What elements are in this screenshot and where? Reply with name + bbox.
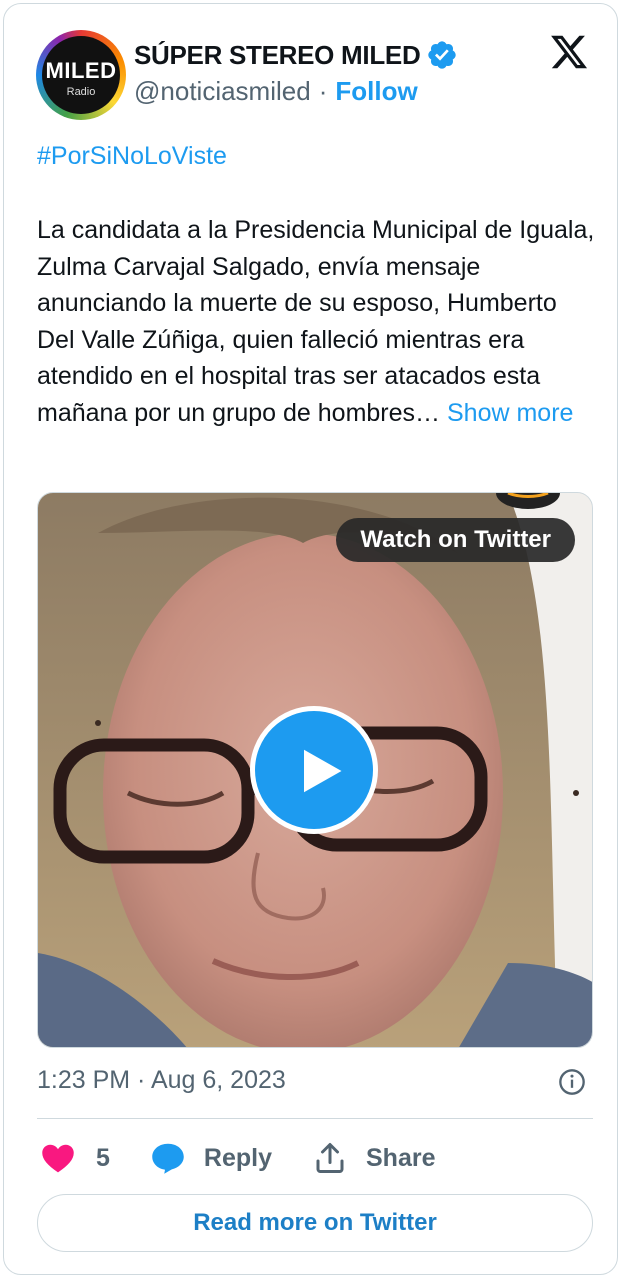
action-bar: 5 Reply Share [40,1136,435,1180]
account-name-row[interactable]: SÚPER STEREO MILED [134,38,458,72]
verified-badge-icon [428,41,457,69]
video-player[interactable]: Watch on Twitter [37,492,593,1048]
read-more-button[interactable]: Read more on Twitter [37,1194,593,1252]
info-icon[interactable] [558,1068,586,1096]
share-button[interactable]: Share [312,1140,435,1176]
reply-button[interactable]: Reply [150,1140,272,1176]
tweet-body: La candidata a la Presidencia Municipal … [37,212,597,431]
heart-icon [42,1144,74,1173]
avatar-sub-text: Radio [66,86,96,98]
tweet-card: MILED Radio SÚPER STEREO MILED @noticias… [3,3,618,1275]
follow-button[interactable]: Follow [335,76,417,107]
x-logo-icon[interactable] [548,32,590,72]
tweet-timestamp[interactable]: 1:23 PM · Aug 6, 2023 [37,1066,286,1095]
separator-dot: · [318,76,328,106]
account-handle[interactable]: @noticiasmiled [134,76,311,107]
show-more-link[interactable]: Show more [447,399,573,427]
watch-on-twitter-button[interactable]: Watch on Twitter [336,518,575,562]
account-handle-row: @noticiasmiled · Follow [134,76,418,107]
account-display-name[interactable]: SÚPER STEREO MILED [134,40,421,71]
divider [37,1118,593,1119]
avatar-logo: MILED Radio [42,36,120,114]
like-button[interactable]: 5 [40,1140,110,1176]
share-label: Share [366,1143,436,1172]
avatar-logo-text: MILED [45,58,117,83]
account-avatar[interactable]: MILED Radio [36,30,126,120]
share-upload-icon [316,1143,344,1173]
reply-label: Reply [203,1143,272,1172]
tweet-body-text: La candidata a la Presidencia Municipal … [37,216,595,427]
like-count: 5 [96,1143,110,1172]
hashtag-link[interactable]: #PorSiNoLoViste [37,142,227,171]
play-button[interactable] [250,706,378,834]
speech-bubble-icon [152,1143,184,1174]
play-icon [304,749,342,793]
